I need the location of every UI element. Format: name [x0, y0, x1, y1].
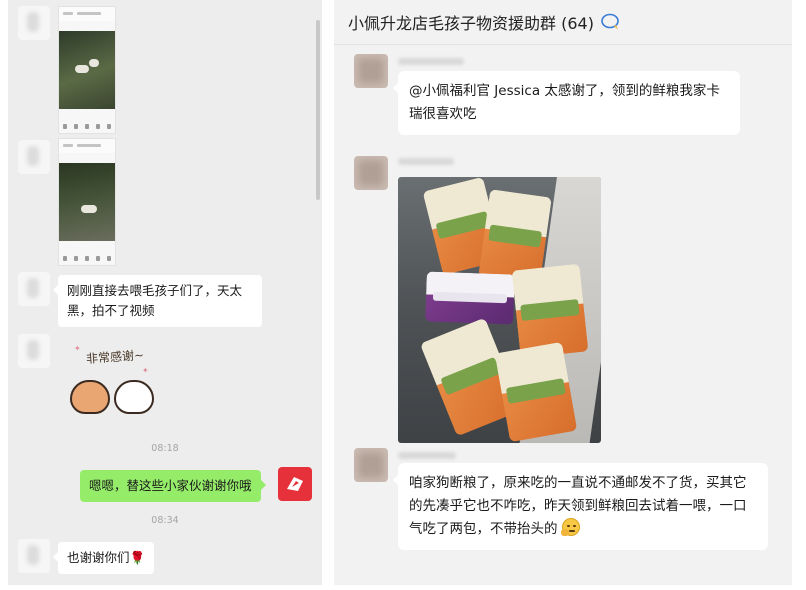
- timestamp: 08:18: [151, 443, 179, 454]
- group-title: 小佩升龙店毛孩子物资援助群 (64): [348, 14, 594, 33]
- member-avatar[interactable]: [354, 448, 388, 482]
- dog-food-photo[interactable]: [398, 177, 601, 443]
- chat-title-bar: 小佩升龙店毛孩子物资援助群 (64): [334, 0, 792, 44]
- scrollbar[interactable]: [316, 20, 320, 200]
- contact-avatar[interactable]: [18, 539, 50, 573]
- member-nickname: [398, 452, 456, 459]
- contact-avatar[interactable]: [18, 272, 50, 306]
- dog-sticker-icon: [70, 380, 110, 414]
- left-chat-panel[interactable]: 刚刚直接去喂毛孩子们了，天太黑，拍不了视频 ✦ 非常感谢~ ✦ 08:18 嗯嗯…: [8, 0, 322, 585]
- contact-avatar[interactable]: [18, 140, 50, 174]
- sparkle-icon: ✦: [74, 344, 81, 353]
- outgoing-message-bubble[interactable]: 嗯嗯，替这些小家伙谢谢你哦: [80, 470, 266, 502]
- rose-emoji: 🌹: [129, 550, 146, 565]
- message-text: 也谢谢你们: [67, 550, 130, 565]
- divider: [334, 44, 792, 45]
- image-message-1[interactable]: [58, 6, 116, 134]
- member-avatar[interactable]: [354, 156, 388, 190]
- message-bubble[interactable]: 咱家狗断粮了，原来吃的一直说不通邮发不了货，买其它的先凑乎它也不咋吃，昨天领到鲜…: [393, 463, 768, 550]
- self-avatar[interactable]: [278, 467, 312, 501]
- thinking-face-emoji: [560, 518, 580, 536]
- message-bubble[interactable]: 也谢谢你们🌹: [52, 542, 155, 574]
- contact-avatar[interactable]: [18, 334, 50, 368]
- sparkle-icon: ✦: [142, 366, 149, 375]
- image-message-2[interactable]: [58, 138, 116, 266]
- timestamp: 08:34: [151, 515, 179, 526]
- message-text: 嗯嗯，替这些小家伙谢谢你哦: [89, 478, 252, 493]
- message-bubble[interactable]: @小佩福利官 Jessica 太感谢了，领到的鲜粮我家卡瑞很喜欢吃: [393, 71, 740, 135]
- member-avatar[interactable]: [354, 54, 388, 88]
- dog-sticker-icon: [114, 380, 154, 414]
- message-text: 刚刚直接去喂毛孩子们了，天太黑，拍不了视频: [67, 283, 243, 318]
- message-bubble[interactable]: 刚刚直接去喂毛孩子们了，天太黑，拍不了视频: [53, 275, 262, 327]
- message-text: @小佩福利官 Jessica 太感谢了，领到的鲜粮我家卡瑞很喜欢吃: [409, 83, 720, 122]
- chat-bubble-icon: [601, 13, 619, 30]
- sticker-text: 非常感谢~: [85, 347, 145, 367]
- member-nickname: [398, 58, 464, 65]
- member-nickname: [398, 158, 454, 165]
- brand-logo-icon: [287, 477, 303, 491]
- thank-you-sticker[interactable]: ✦ 非常感谢~ ✦: [68, 338, 168, 428]
- contact-avatar[interactable]: [18, 6, 50, 40]
- group-chat-panel[interactable]: 小佩升龙店毛孩子物资援助群 (64) @小佩福利官 Jessica 太感谢了，领…: [334, 0, 792, 585]
